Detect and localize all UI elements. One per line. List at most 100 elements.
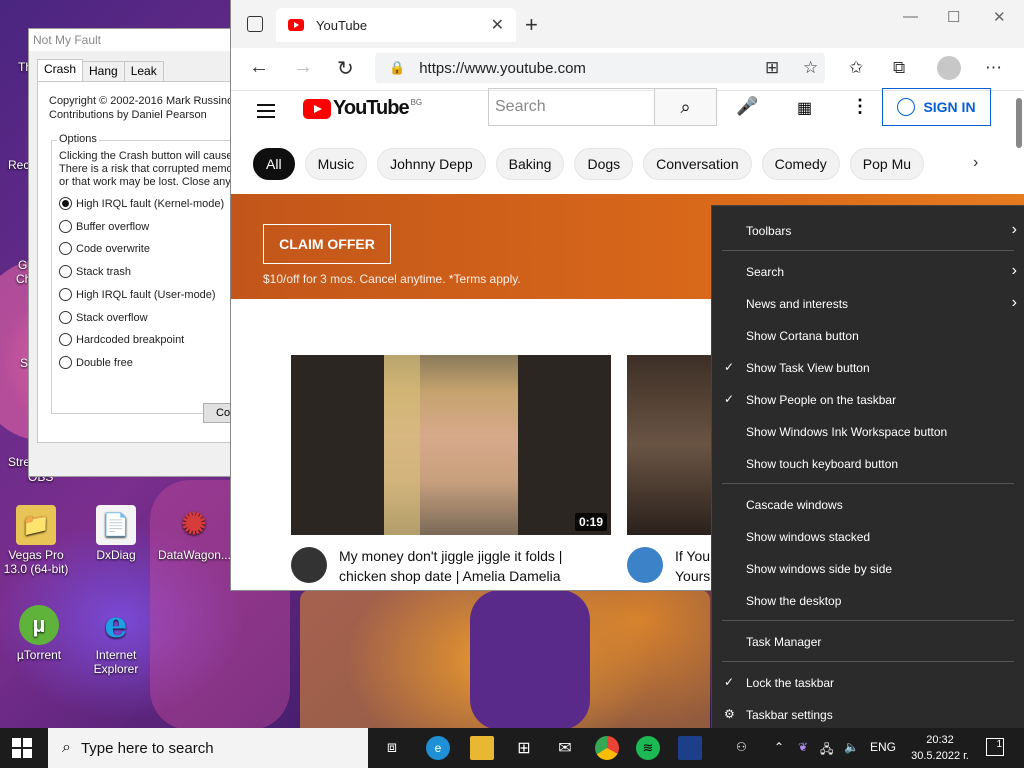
menu-item-show-desktop[interactable]: Show the desktop (712, 584, 1024, 616)
menu-hamburger-icon[interactable] (257, 100, 275, 122)
radio-buffer-overflow[interactable]: Buffer overflow (59, 220, 149, 233)
menu-item-news-and-interests[interactable]: News and interests › (712, 287, 1024, 319)
chip-johnny-depp[interactable]: Johnny Depp (377, 148, 486, 180)
radio-code-overwrite[interactable]: Code overwrite (59, 242, 150, 255)
collections-icon[interactable]: ⧉ (893, 58, 905, 78)
address-bar[interactable]: 🔒 https://www.youtube.com (375, 53, 825, 83)
youtube-search-input[interactable]: Search (488, 88, 655, 126)
chevron-up-icon[interactable]: ⌃ (774, 740, 784, 754)
claim-offer-button[interactable]: CLAIM OFFER (263, 224, 391, 264)
people-icon[interactable]: ⚇ (736, 740, 747, 754)
file-explorer-icon[interactable] (470, 736, 494, 760)
url-text[interactable]: https://www.youtube.com (419, 60, 586, 77)
add-favorite-icon[interactable]: ☆ (803, 58, 818, 78)
chip-all[interactable]: All (253, 148, 295, 180)
menu-item-cascade-windows[interactable]: Cascade windows (712, 488, 1024, 520)
radio-hardcoded-breakpoint[interactable]: Hardcoded breakpoint (59, 333, 184, 346)
chip-conversation[interactable]: Conversation (643, 148, 752, 180)
video-title[interactable]: My money don't jiggle jiggle it folds | … (339, 546, 562, 586)
remote-desktop-icon[interactable] (678, 736, 702, 760)
menu-item-show-task-view[interactable]: ✓ Show Task View button (712, 351, 1024, 383)
radio-dot[interactable] (59, 333, 72, 346)
clock[interactable]: 20:32 30.5.2022 г. (905, 732, 975, 764)
video-thumbnail[interactable]: 0:19 (291, 355, 611, 535)
more-vert-icon[interactable]: ⋮ (851, 96, 869, 117)
notification-icon[interactable]: 1 (986, 738, 1004, 756)
app-available-icon[interactable]: ⊞ (765, 58, 779, 78)
radio-dot[interactable] (59, 220, 72, 233)
chip-pop-music[interactable]: Pop Mu (849, 148, 925, 180)
menu-item-show-ink-workspace[interactable]: Show Windows Ink Workspace button (712, 415, 1024, 447)
channel-avatar[interactable] (627, 547, 663, 583)
refresh-icon[interactable]: ↻ (337, 56, 354, 81)
menu-item-show-people[interactable]: ✓ Show People on the taskbar (712, 383, 1024, 415)
profile-avatar-icon[interactable] (937, 56, 961, 80)
menu-item-taskbar-settings[interactable]: ⚙ Taskbar settings (712, 698, 1024, 730)
menu-item-toolbars[interactable]: Toolbars › (712, 214, 1024, 246)
minimize-icon[interactable]: — (903, 8, 918, 25)
settings-more-icon[interactable]: ⋯ (985, 58, 1002, 78)
radio-dot[interactable] (59, 197, 72, 210)
menu-item-windows-stacked[interactable]: Show windows stacked (712, 520, 1024, 552)
chip-comedy[interactable]: Comedy (761, 148, 840, 180)
radio-dot[interactable] (59, 311, 72, 324)
favorites-icon[interactable]: ✩ (849, 58, 863, 78)
notmyfault-window[interactable]: Not My Fault Crash Hang Leak Copyright ©… (28, 28, 245, 477)
new-tab-icon[interactable]: + (525, 12, 538, 38)
menu-item-task-manager[interactable]: Task Manager (712, 625, 1024, 657)
chip-baking[interactable]: Baking (495, 148, 565, 180)
back-icon[interactable]: ← (249, 56, 269, 79)
video-thumbnail[interactable] (627, 355, 717, 535)
chip-dogs[interactable]: Dogs (574, 148, 634, 180)
desktop-icon-internet-explorer[interactable]: e Internet Explorer (80, 605, 152, 676)
desktop-icon-dxdiag[interactable]: 📄 DxDiag (80, 505, 152, 562)
menu-item-search[interactable]: Search › (712, 255, 1024, 287)
microphone-icon[interactable]: 🎤 (736, 96, 758, 117)
forward-icon[interactable]: → (293, 56, 313, 79)
chevron-right-icon[interactable]: › (973, 154, 978, 172)
tab-crash[interactable]: Crash (37, 59, 84, 82)
tab-actions-icon[interactable] (247, 16, 263, 32)
radio-dot[interactable] (59, 242, 72, 255)
radio-dot[interactable] (59, 265, 72, 278)
network-icon[interactable]: 🖧 (820, 740, 833, 761)
lock-icon[interactable]: 🔒 (389, 60, 405, 76)
tab-leak[interactable]: Leak (123, 61, 164, 82)
search-button[interactable]: ⌕ (654, 88, 717, 126)
store-icon[interactable]: ⊞ (512, 736, 536, 760)
mail-icon[interactable]: ✉ (553, 736, 577, 760)
radio-dot[interactable] (59, 356, 72, 369)
desktop-icon-utorrent[interactable]: µ µTorrent (3, 605, 75, 662)
windows-start-icon[interactable] (12, 738, 32, 758)
chrome-icon[interactable] (595, 736, 619, 760)
task-view-icon[interactable]: ⧈ (380, 736, 404, 760)
apps-grid-icon[interactable]: ▦ (797, 98, 812, 118)
menu-item-show-cortana[interactable]: Show Cortana button (712, 319, 1024, 351)
browser-tab-youtube[interactable]: YouTube ✕ (276, 8, 516, 42)
radio-double-free[interactable]: Double free (59, 356, 133, 369)
menu-item-show-touch-keyboard[interactable]: Show touch keyboard button (712, 447, 1024, 479)
video-title[interactable]: If You Yours (675, 546, 710, 586)
desktop-icon-vegas-pro[interactable]: 📁 Vegas Pro 13.0 (64-bit) (0, 505, 72, 576)
edge-icon[interactable]: e (426, 736, 450, 760)
close-window-icon[interactable]: ✕ (993, 8, 1006, 26)
menu-item-windows-side-by-side[interactable]: Show windows side by side (712, 552, 1024, 584)
sign-in-button[interactable]: SIGN IN (882, 88, 991, 126)
channel-avatar[interactable] (291, 547, 327, 583)
maximize-icon[interactable]: ☐ (947, 8, 960, 26)
spotify-icon[interactable]: ≋ (636, 736, 660, 760)
radio-stack-trash[interactable]: Stack trash (59, 265, 131, 278)
menu-item-lock-taskbar[interactable]: ✓ Lock the taskbar (712, 666, 1024, 698)
radio-high-irql-user[interactable]: High IRQL fault (User-mode) (59, 288, 216, 301)
feather-icon[interactable]: ❦ (798, 740, 808, 754)
close-tab-icon[interactable]: ✕ (491, 15, 504, 35)
page-scrollbar[interactable] (1016, 98, 1022, 148)
chip-music[interactable]: Music (304, 148, 368, 180)
volume-icon[interactable]: 🔈 (844, 740, 859, 754)
youtube-logo[interactable]: YouTube BG (303, 97, 422, 120)
taskbar-search-box[interactable]: ⌕ Type here to search (48, 728, 368, 768)
radio-stack-overflow[interactable]: Stack overflow (59, 311, 148, 324)
radio-dot[interactable] (59, 288, 72, 301)
language-indicator[interactable]: ENG (870, 740, 896, 754)
radio-high-irql-kernel[interactable]: High IRQL fault (Kernel-mode) (59, 197, 224, 210)
